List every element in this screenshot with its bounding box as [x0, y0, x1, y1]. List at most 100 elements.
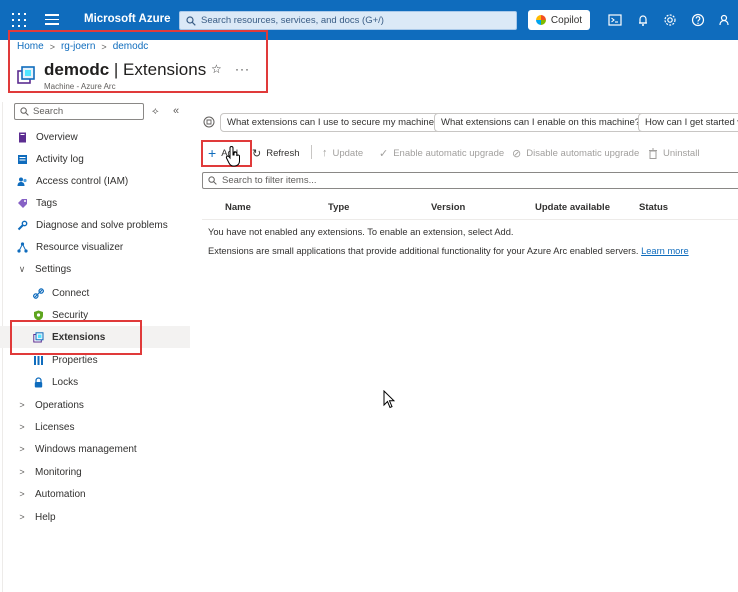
checkmark-icon: ✓ [379, 147, 389, 160]
toolbar-separator [311, 145, 312, 159]
chevron-right-icon: > [19, 400, 25, 410]
sidebar-item-properties[interactable]: Properties [0, 349, 190, 371]
column-header-version[interactable]: Version [431, 202, 465, 213]
sidebar-item-label: Properties [52, 354, 98, 366]
top-bar: Microsoft Azure Search resources, servic… [0, 0, 738, 40]
sidebar-item-label: Licenses [35, 421, 75, 433]
sidebar-item-label: Connect [52, 287, 90, 299]
sidebar-group-operations[interactable]: > Operations [0, 394, 190, 416]
filter-items-input[interactable]: Search to filter items... [202, 172, 738, 189]
notifications-bell-icon[interactable] [636, 13, 650, 27]
settings-gear-icon[interactable] [663, 13, 677, 27]
refresh-icon: ↻ [252, 147, 262, 160]
search-icon [186, 15, 196, 26]
sidebar-group-windows-management[interactable]: > Windows management [0, 438, 190, 460]
breadcrumb-home[interactable]: Home [17, 41, 44, 52]
sidebar-item-label: Tags [36, 197, 58, 209]
sidebar-item-locks[interactable]: Locks [0, 371, 190, 393]
sidebar-item-label: Help [35, 511, 56, 523]
sidebar-item-label: Security [52, 309, 89, 321]
sidebar-item-label: Locks [52, 376, 79, 388]
global-search-input[interactable]: Search resources, services, and docs (G+… [179, 11, 517, 30]
sidebar-item-label: Monitoring [35, 466, 82, 478]
page-title: demodc | Extensions [44, 60, 206, 80]
uninstall-button[interactable]: Uninstall [648, 146, 699, 160]
suggestion-chip-secure[interactable]: What extensions can I use to secure my m… [220, 113, 447, 132]
sidebar-item-connect[interactable]: Connect [0, 282, 190, 304]
sidebar-item-extensions[interactable]: Extensions [0, 326, 190, 348]
search-icon [20, 107, 29, 116]
filter-placeholder: Search to filter items... [222, 175, 317, 186]
sidebar-group-settings[interactable]: ∨ Settings [0, 258, 190, 280]
sidebar-item-diagnose[interactable]: Diagnose and solve problems [0, 214, 190, 236]
sidebar-item-access-control[interactable]: Access control (IAM) [0, 170, 190, 192]
app-launcher-icon[interactable] [10, 11, 28, 29]
breadcrumb-chevron-icon: > [49, 41, 55, 52]
extension-icon [33, 331, 44, 342]
refresh-button[interactable]: ↻ Refresh [252, 146, 299, 160]
sidebar-group-licenses[interactable]: > Licenses [0, 416, 190, 438]
learn-more-link[interactable]: Learn more [641, 246, 689, 256]
update-button-label: Update [332, 147, 364, 159]
sidebar-item-security[interactable]: Security [0, 304, 190, 326]
feedback-icon[interactable] [718, 13, 732, 27]
favorite-star-icon[interactable]: ☆ [211, 62, 222, 76]
arrow-up-icon: ↑ [322, 147, 328, 159]
chevron-right-icon: > [19, 444, 25, 454]
hand-pointer-cursor-icon [225, 146, 240, 167]
enable-auto-upgrade-label: Enable automatic upgrade [393, 147, 505, 159]
sidebar-item-overview[interactable]: Overview [0, 126, 190, 148]
collapse-sidebar-icon[interactable]: « [173, 105, 179, 117]
enable-auto-upgrade-button[interactable]: ✓ Enable automatic upgrade [379, 146, 504, 160]
copilot-icon [535, 15, 546, 25]
page-subtitle: Machine - Azure Arc [44, 82, 116, 91]
properties-icon [34, 355, 43, 365]
column-header-status[interactable]: Status [639, 202, 668, 213]
update-button[interactable]: ↑ Update [322, 146, 363, 160]
sidebar-item-label: Operations [35, 399, 84, 411]
sidebar-group-monitoring[interactable]: > Monitoring [0, 461, 190, 483]
copilot-suggestions-icon [203, 116, 215, 128]
column-header-name[interactable]: Name [225, 202, 251, 213]
portal-menu-icon[interactable] [45, 14, 59, 26]
machine-icon [19, 132, 26, 142]
empty-state-message: You have not enabled any extensions. To … [208, 227, 514, 237]
cloud-shell-icon[interactable] [608, 13, 622, 27]
column-header-update-available[interactable]: Update available [535, 202, 610, 213]
chevron-right-icon: > [19, 512, 25, 522]
arrow-pointer-cursor-icon [383, 390, 395, 409]
brand-name[interactable]: Microsoft Azure [84, 13, 170, 25]
sidebar-group-automation[interactable]: > Automation [0, 483, 190, 505]
disable-auto-upgrade-button[interactable]: ⊘ Disable automatic upgrade [512, 146, 639, 160]
column-header-type[interactable]: Type [328, 202, 349, 213]
plus-icon: + [208, 145, 217, 161]
sidebar-item-tags[interactable]: Tags [0, 192, 190, 214]
suggestion-chip-get-started[interactable]: How can I get started w [638, 113, 738, 132]
sidebar-group-help[interactable]: > Help [0, 506, 190, 528]
help-question-icon[interactable] [691, 13, 705, 27]
breadcrumb: Home > rg-joern > demodc [17, 41, 148, 52]
sidebar-item-resource-visualizer[interactable]: Resource visualizer [0, 236, 190, 258]
breadcrumb-chevron-icon: > [101, 41, 107, 52]
refresh-button-label: Refresh [266, 147, 300, 159]
more-options-icon[interactable]: ··· [235, 62, 250, 76]
sidebar-item-label: Settings [35, 263, 72, 275]
people-icon [17, 177, 27, 186]
breadcrumb-resource[interactable]: demodc [113, 41, 149, 52]
prohibited-icon: ⊘ [512, 147, 522, 160]
suggestion-chip-enable[interactable]: What extensions can I enable on this mac… [434, 113, 648, 132]
extension-resource-icon [17, 66, 35, 84]
copilot-label: Copilot [550, 14, 583, 26]
copilot-button[interactable]: Copilot [528, 10, 590, 30]
chevron-right-icon: > [19, 467, 25, 477]
graph-icon [17, 241, 28, 253]
sidebar-options-icon[interactable]: ⟡ [152, 106, 159, 117]
search-icon [208, 176, 217, 185]
sidebar-item-activity-log[interactable]: Activity log [0, 148, 190, 170]
sidebar-item-label: Overview [36, 131, 78, 143]
uninstall-button-label: Uninstall [663, 147, 700, 159]
breadcrumb-resource-group[interactable]: rg-joern [61, 41, 95, 52]
sidebar-search-input[interactable]: Search [14, 103, 144, 120]
trash-icon [649, 148, 657, 159]
wrench-icon [17, 220, 28, 230]
